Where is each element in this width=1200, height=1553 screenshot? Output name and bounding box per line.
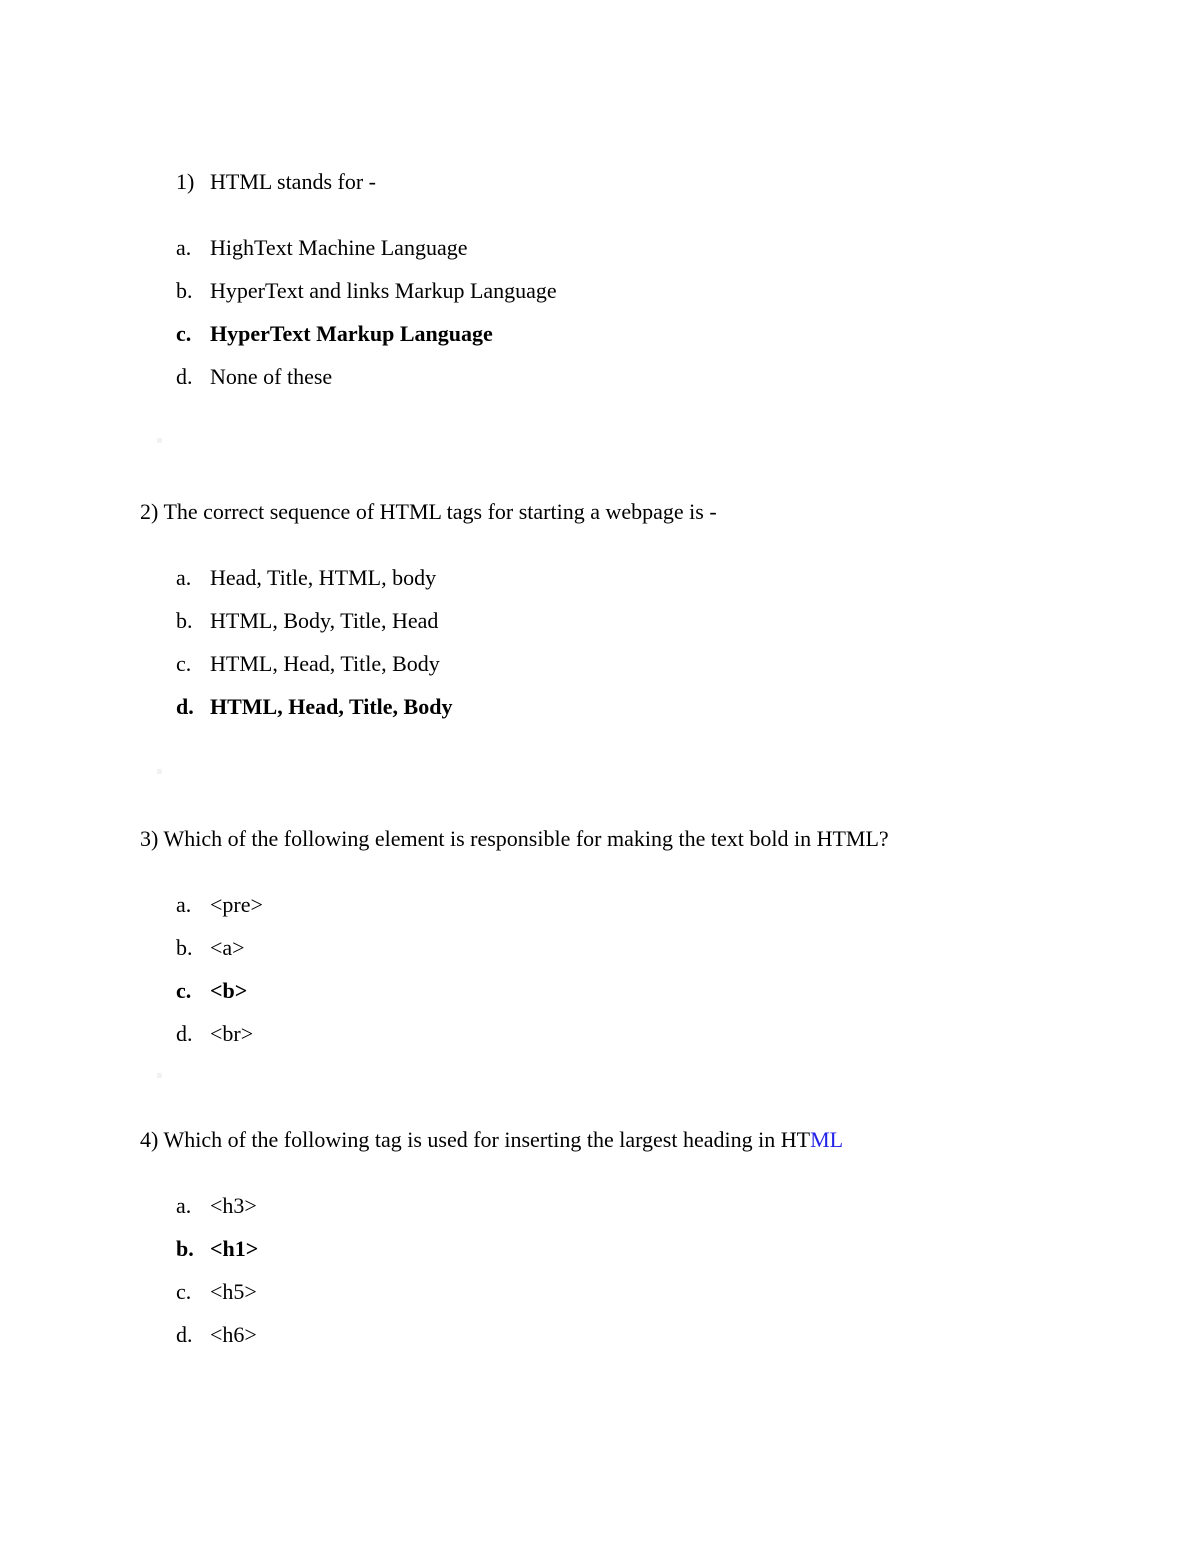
- option-marker: c.: [176, 651, 192, 676]
- option-2-b[interactable]: b. HTML, Body, Title, Head: [176, 606, 1200, 649]
- option-text: HyperText Markup Language: [210, 321, 493, 346]
- option-marker: b.: [176, 278, 193, 303]
- option-1-b[interactable]: b. HyperText and links Markup Language: [176, 276, 1200, 319]
- option-text: HTML, Head, Title, Body: [210, 694, 453, 719]
- scan-artifact: [157, 769, 162, 774]
- option-1-a[interactable]: a. HighText Machine Language: [176, 233, 1200, 276]
- option-text: Head, Title, HTML, body: [210, 565, 437, 590]
- question-block-1: 1) HTML stands for - a. HighText Machine …: [0, 168, 1200, 405]
- option-marker: d.: [176, 364, 193, 389]
- option-marker: c.: [176, 1279, 192, 1304]
- question-3-number: 3): [140, 826, 159, 851]
- question-2-options: a. Head, Title, HTML, body b. HTML, Body…: [0, 563, 1200, 735]
- scan-artifact: [157, 1073, 162, 1078]
- option-text: <br>: [210, 1021, 254, 1046]
- question-1-prompt: HTML stands for -: [210, 169, 376, 194]
- option-marker: c.: [176, 321, 192, 346]
- option-text: <h6>: [210, 1322, 257, 1347]
- option-4-b[interactable]: b. <h1>: [176, 1234, 1200, 1277]
- option-4-c[interactable]: c. <h5>: [176, 1277, 1200, 1320]
- option-marker: a.: [176, 565, 192, 590]
- scan-artifact: [157, 438, 162, 443]
- option-2-c[interactable]: c. HTML, Head, Title, Body: [176, 649, 1200, 692]
- option-text: <h5>: [210, 1279, 257, 1304]
- option-text: <pre>: [210, 892, 263, 917]
- option-3-b[interactable]: b. <a>: [176, 933, 1200, 976]
- question-4-number: 4): [140, 1127, 159, 1152]
- question-3-prompt: Which of the following element is respon…: [163, 826, 889, 851]
- option-text: HTML, Head, Title, Body: [210, 651, 440, 676]
- question-3-options: a. <pre> b. <a> c. <b> d. <br>: [0, 890, 1200, 1062]
- option-text: HyperText and links Markup Language: [210, 278, 557, 303]
- question-4-prompt: Which of the following tag is used for i…: [163, 1127, 811, 1152]
- question-4-heading: 4) Which of the following tag is used fo…: [140, 1126, 1200, 1154]
- option-text: <h3>: [210, 1193, 257, 1218]
- question-4-options: a. <h3> b. <h1> c. <h5> d. <h6>: [0, 1191, 1200, 1363]
- option-marker: c.: [176, 978, 192, 1003]
- option-marker: b.: [176, 935, 193, 960]
- option-text: <a>: [210, 935, 245, 960]
- option-marker: d.: [176, 1322, 193, 1347]
- option-marker: a.: [176, 235, 192, 260]
- question-2-number: 2): [140, 499, 159, 524]
- option-3-a[interactable]: a. <pre>: [176, 890, 1200, 933]
- option-marker: d.: [176, 694, 194, 719]
- option-4-a[interactable]: a. <h3>: [176, 1191, 1200, 1234]
- option-2-a[interactable]: a. Head, Title, HTML, body: [176, 563, 1200, 606]
- option-marker: a.: [176, 1193, 192, 1218]
- question-2-prompt: The correct sequence of HTML tags for st…: [163, 499, 717, 524]
- option-1-c[interactable]: c. HyperText Markup Language: [176, 319, 1200, 362]
- option-text: HighText Machine Language: [210, 235, 468, 260]
- question-3-heading: 3) Which of the following element is res…: [140, 825, 1200, 853]
- option-text: HTML, Body, Title, Head: [210, 608, 439, 633]
- question-4-prompt-highlight: ML: [810, 1127, 844, 1152]
- question-block-3: 3) Which of the following element is res…: [0, 825, 1200, 1062]
- option-1-d[interactable]: d. None of these: [176, 362, 1200, 405]
- question-block-4: 4) Which of the following tag is used fo…: [0, 1126, 1200, 1363]
- option-marker: b.: [176, 608, 193, 633]
- option-4-d[interactable]: d. <h6>: [176, 1320, 1200, 1363]
- option-marker: d.: [176, 1021, 193, 1046]
- question-2-heading: 2) The correct sequence of HTML tags for…: [140, 498, 1200, 526]
- option-3-d[interactable]: d. <br>: [176, 1019, 1200, 1062]
- option-marker: a.: [176, 892, 192, 917]
- question-1-options: a. HighText Machine Language b. HyperTex…: [0, 233, 1200, 405]
- question-1-heading: 1) HTML stands for -: [176, 168, 1200, 196]
- option-marker: b.: [176, 1236, 194, 1261]
- option-text: <h1>: [210, 1236, 259, 1261]
- option-2-d[interactable]: d. HTML, Head, Title, Body: [176, 692, 1200, 735]
- option-text: <b>: [210, 978, 248, 1003]
- question-block-2: 2) The correct sequence of HTML tags for…: [0, 498, 1200, 735]
- document-page: 1) HTML stands for - a. HighText Machine …: [0, 0, 1200, 1553]
- option-3-c[interactable]: c. <b>: [176, 976, 1200, 1019]
- question-1-number: 1): [176, 169, 195, 194]
- option-text: None of these: [210, 364, 333, 389]
